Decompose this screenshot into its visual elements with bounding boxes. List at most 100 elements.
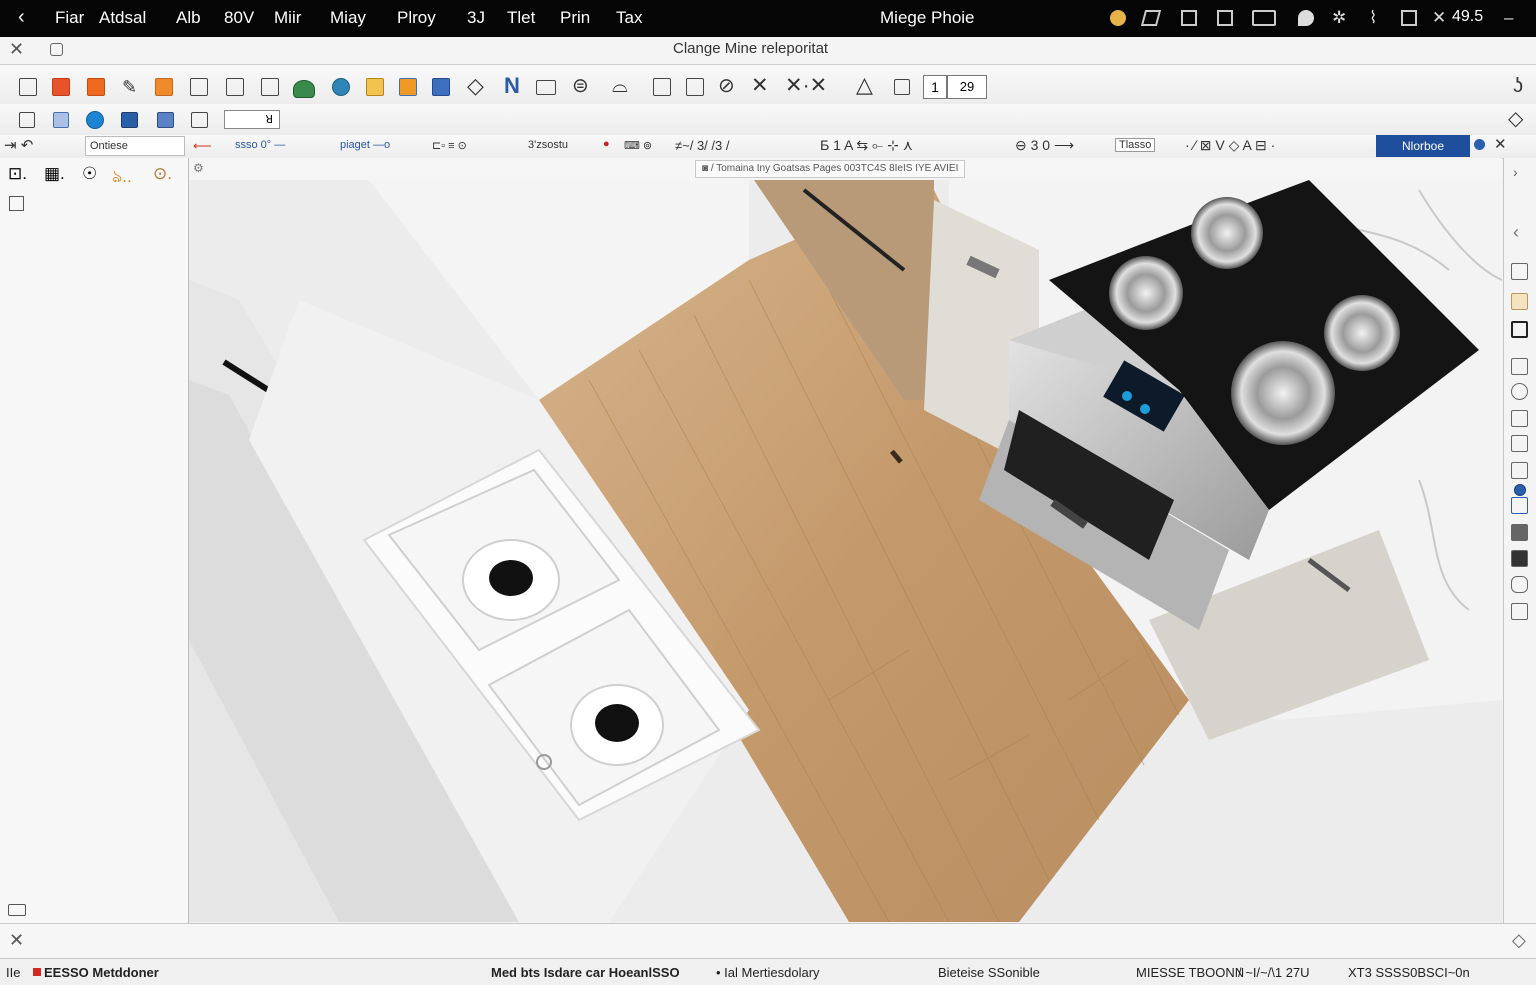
building-icon[interactable] [432,78,450,96]
segment-1[interactable]: ssso 0° — [235,139,285,151]
active-mode-button[interactable]: Nlorboe [1376,135,1470,157]
save-icon[interactable] [87,78,105,96]
tray-icon[interactable] [1511,462,1528,479]
segment-3[interactable]: 3'zsostu [528,139,568,151]
mode-field[interactable]: ꓤ [224,110,280,129]
control-center-icon[interactable] [1401,10,1417,26]
page-icon[interactable] [1511,358,1528,375]
menu-item-3[interactable]: 80V [224,8,254,28]
image-icon[interactable] [536,80,556,95]
menu-item-10[interactable]: Tax [616,8,642,28]
user-icon[interactable] [1514,484,1526,496]
note-icon[interactable] [1511,293,1528,310]
red-arrow-icon[interactable]: ⟵ [193,138,212,154]
circle-icon[interactable] [86,111,104,129]
segment-5[interactable]: Tlasso [1115,138,1156,152]
battery-icon[interactable] [1252,10,1276,26]
flag-icon[interactable] [1140,10,1162,26]
hat-icon[interactable]: ⌓ [612,76,628,96]
menu-item-2[interactable]: Alb [176,8,201,28]
scissors-icon[interactable]: ✕ [751,75,769,96]
tree-icon[interactable] [293,80,315,98]
card-icon[interactable] [53,112,69,128]
diamond-bottom-icon[interactable]: ◇ [1512,930,1526,951]
close-toolbar-icon[interactable]: ✕ [1494,135,1507,153]
box-icon[interactable] [1511,410,1528,427]
draw-tools-icon[interactable]: · ∕ ⊠ V ◇ A ⊟ · [1185,137,1275,154]
paint-icon[interactable]: ✎ [122,78,137,96]
bookmark-tool-icon[interactable] [9,196,24,211]
style-dropdown[interactable]: Ontiese [85,136,185,156]
mountain-icon[interactable] [1511,263,1528,280]
bulb-icon[interactable] [1110,10,1126,26]
pin-icon[interactable]: ● [603,138,610,150]
frame-icon[interactable] [19,112,35,128]
field-b[interactable]: 29 [947,75,987,99]
dot-icon[interactable] [1474,139,1485,150]
window-icon[interactable] [1181,10,1197,26]
window-frame-icon[interactable] [1511,321,1528,338]
minus-icon[interactable]: – [1504,8,1513,28]
layers-icon[interactable]: ⊜ [572,76,589,96]
blue-square-icon[interactable] [1511,497,1528,514]
panel-icon[interactable] [1217,10,1233,26]
menu-item-6[interactable]: Plroy [397,8,436,28]
diamond-small-icon[interactable]: ◇ [1508,109,1523,129]
n-icon[interactable]: N [504,75,520,97]
open-file-icon[interactable] [52,78,70,96]
segment-extra-icon[interactable]: ⊏▫ ≡ ⊙ [432,139,467,152]
chat-icon[interactable] [1298,10,1314,26]
monitor-icon[interactable] [686,78,704,96]
pen-icon[interactable] [1511,550,1528,567]
print-icon[interactable] [190,78,208,96]
keyboard-icon[interactable]: ⌨ ⊚ [624,139,652,152]
eye-tool-icon[interactable]: ⊙. [153,164,172,184]
triangle-icon[interactable] [1511,435,1528,452]
lasso-tool-icon[interactable]: ☉ [82,164,97,184]
table-icon[interactable] [653,78,671,96]
grid-icon[interactable] [261,78,279,96]
tab-settings-icon[interactable]: ⚙ [193,161,204,175]
card-right-icon[interactable] [1511,603,1528,620]
field-a[interactable]: 1 [923,75,947,99]
menu-item-1[interactable]: Atdsal [99,8,146,28]
list-icon[interactable] [191,112,208,128]
speech-icon[interactable] [1511,576,1528,593]
select-tool-icon[interactable]: ⊡. [8,164,27,184]
document-icon[interactable] [226,78,244,96]
square-icon[interactable] [894,79,910,95]
wifi-icon[interactable]: ⌇ [1369,8,1377,28]
segment-2[interactable]: piaget —o [340,139,390,151]
close-window-icon[interactable]: ✕ [9,39,24,60]
text-tools-icon[interactable]: Ƃ 1 A ⇆ ⟜ ⊹ ⋏ [820,137,913,154]
menu-item-5[interactable]: Miay [330,8,366,28]
rotate-icon[interactable] [1511,383,1528,400]
render-viewport[interactable] [189,180,1502,922]
document-tab[interactable]: ◙ / Tomaina Iny Goatsas Pages 003TC4S 8I… [695,160,966,178]
brush-tool-icon[interactable]: ঌ.. [112,164,132,192]
segment-4[interactable]: ≠~/ 3/ /3 / [675,138,729,153]
collapse-panel-icon[interactable]: › [1513,164,1518,180]
monitor-blue-icon[interactable] [121,112,138,128]
menu-item-8[interactable]: Tlet [507,8,535,28]
curve-icon[interactable]: ʖ [1513,76,1523,96]
menu-item-9[interactable]: Prin [560,8,590,28]
close-x-icon[interactable]: ✕ [1432,8,1446,28]
number-tools-icon[interactable]: ⊖ 3 0 ⟶ [1015,137,1074,154]
chart-icon[interactable] [157,112,174,128]
shape-icon[interactable]: △ [856,74,873,96]
folder-icon[interactable] [155,78,173,96]
restore-window-icon[interactable] [50,43,63,56]
tag-icon[interactable]: ⊘ [718,76,735,96]
menu-item-7[interactable]: 3J [467,8,485,28]
back-icon[interactable]: ‹ [18,6,25,29]
close-bottom-panel-icon[interactable]: ✕ [9,930,24,951]
chevron-left-icon[interactable]: ‹ [1513,222,1519,243]
redo-icon[interactable]: ⇥ ↶ [4,136,33,154]
film-tool-icon[interactable]: ▦. [44,164,65,184]
diamond-icon[interactable]: ◇ [467,75,484,97]
menu-item-4[interactable]: Miir [274,8,301,28]
menu-item-0[interactable]: Fiar [55,8,84,28]
photo-icon[interactable] [1511,524,1528,541]
sync-icon[interactable]: ✲ [1332,8,1346,28]
